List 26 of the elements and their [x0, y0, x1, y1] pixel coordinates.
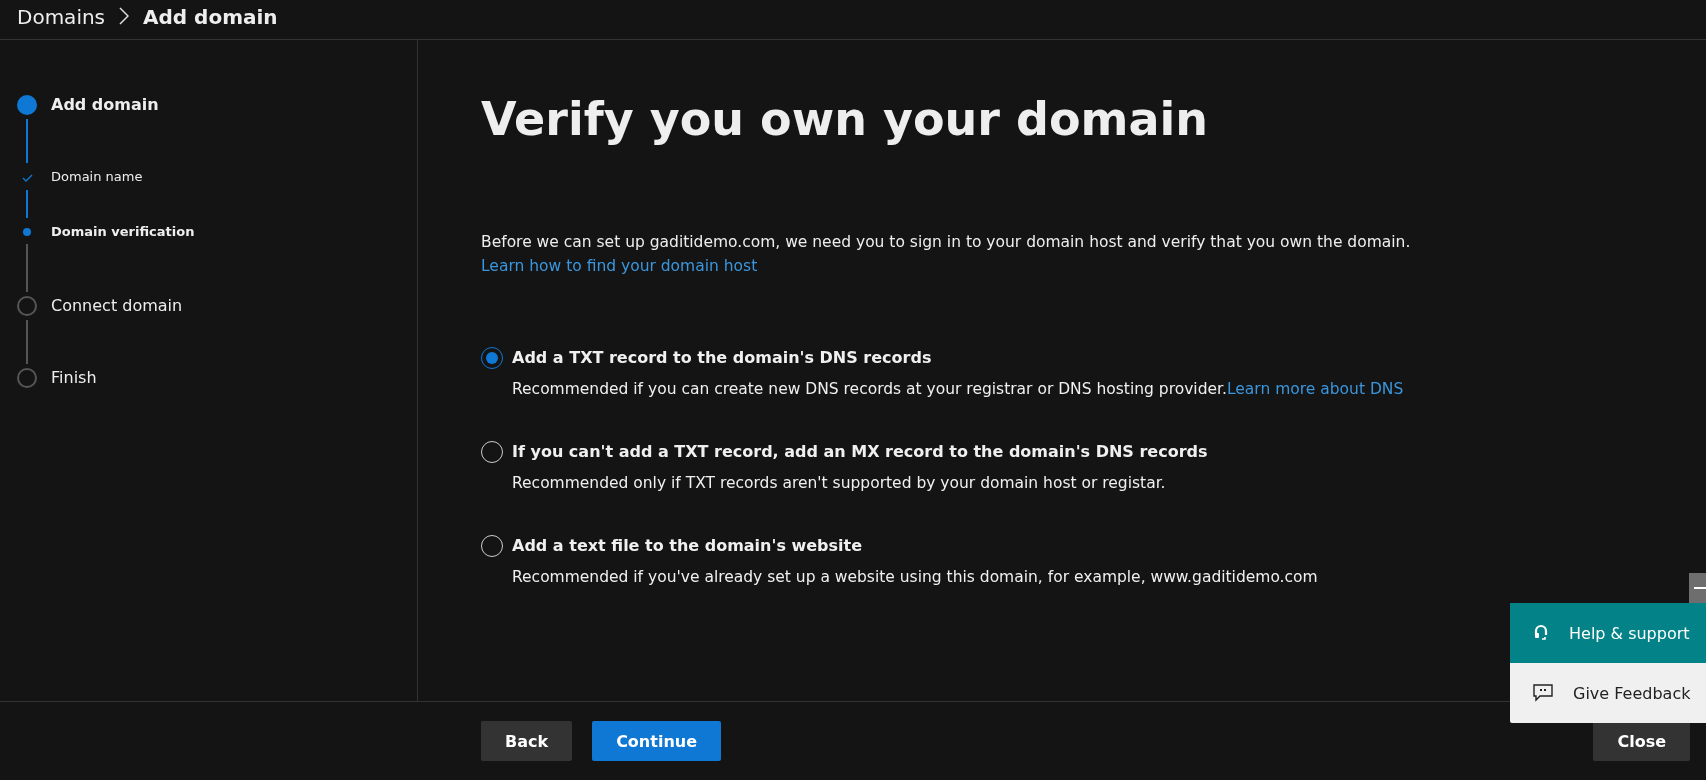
- step-label: Add domain: [51, 95, 159, 115]
- step-label: Connect domain: [51, 296, 183, 316]
- speech-bubble-icon: [1533, 684, 1553, 702]
- breadcrumb-link[interactable]: Domains: [17, 7, 106, 27]
- learn-more-link[interactable]: Learn more about DNS: [1226, 380, 1404, 398]
- back-button[interactable]: Back: [481, 721, 573, 761]
- headset-icon: [1533, 624, 1549, 642]
- breadcrumb-current: Add domain: [143, 7, 278, 27]
- find-domain-host-link[interactable]: Learn how to find your domain host: [481, 257, 758, 275]
- option-description: Recommended if you've already set up a website using this domain, for example, www.gaditidemo.com: [512, 567, 1318, 588]
- page-heading: Verify you own your domain: [481, 92, 1209, 146]
- close-button[interactable]: Close: [1593, 721, 1690, 761]
- chevron-right-icon: [119, 7, 130, 25]
- intro-paragraph: Before we can set up gaditidemo.com, we need you to sign in to your domain host and verify that you own the domain. Learn how to find your domain host: [481, 232, 1412, 277]
- feedback-item[interactable]: Give Feedback: [1510, 663, 1706, 723]
- option-label: Add a TXT record to the domain's DNS records: [512, 347, 933, 369]
- step-label: Domain verification: [51, 223, 195, 241]
- option-description: Recommended if you can create new DNS records at your registrar or DNS hosting provider.Learn more about DNS: [512, 379, 1404, 400]
- option-description: Recommended only if TXT records aren't supported by your domain host or registar.: [512, 473, 1167, 494]
- help-support-item[interactable]: Help & support: [1510, 603, 1706, 663]
- continue-button[interactable]: Continue: [592, 721, 721, 761]
- step-label: Domain name: [51, 168, 143, 186]
- option-label: Add a text file to the domain's website: [512, 535, 864, 557]
- option-label: If you can't add a TXT record, add an MX record to the domain's DNS records: [512, 441, 1208, 463]
- minimize-button[interactable]: [1689, 573, 1706, 603]
- step-label: Finish: [51, 368, 97, 388]
